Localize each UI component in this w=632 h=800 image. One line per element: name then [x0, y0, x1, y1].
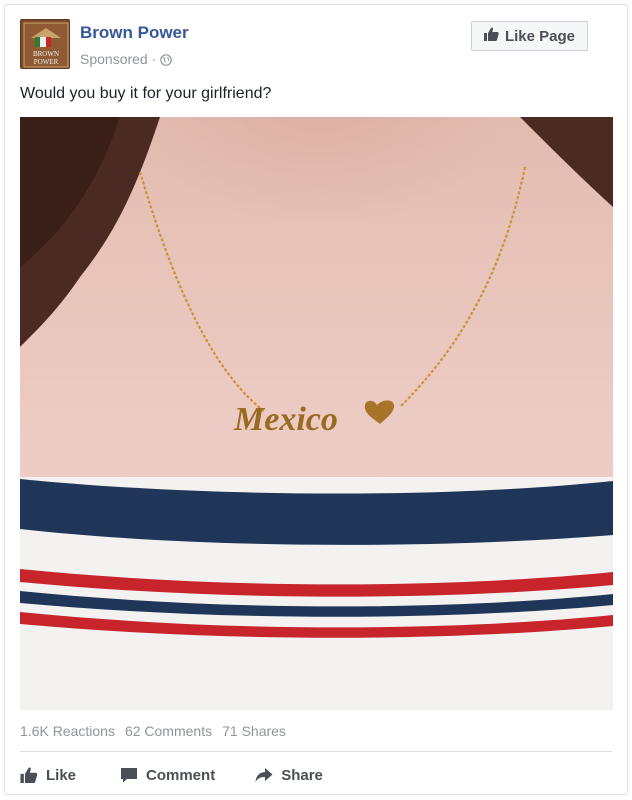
post-actions: Like Comment Share — [20, 760, 323, 790]
sponsored-label[interactable]: Sponsored — [80, 51, 148, 67]
share-label: Share — [281, 766, 323, 784]
post-header: BROWN POWER Brown Power Sponsored · Like… — [20, 19, 612, 71]
comment-label: Comment — [146, 766, 216, 784]
thumbs-up-icon — [483, 27, 499, 45]
shares-count[interactable]: 71 Shares — [222, 723, 286, 739]
necklace-text: Mexico — [233, 401, 338, 438]
share-icon — [255, 767, 273, 783]
comment-button[interactable]: Comment — [120, 767, 215, 784]
meta-separator: · — [151, 51, 157, 67]
avatar-text-bottom: POWER — [34, 58, 59, 66]
sponsored-post-card: BROWN POWER Brown Power Sponsored · Like… — [4, 4, 628, 795]
reactions-count[interactable]: 1.6K Reactions — [20, 723, 115, 739]
comments-count[interactable]: 62 Comments — [125, 723, 212, 739]
like-page-label: Like Page — [504, 27, 576, 45]
like-label: Like — [46, 766, 77, 784]
actions-divider — [20, 751, 612, 752]
post-photo[interactable]: Mexico — [20, 117, 613, 710]
avatar-text-top: BROWN — [33, 50, 59, 58]
post-caption: Would you buy it for your girlfriend? — [20, 85, 272, 102]
thumbs-up-icon — [20, 767, 38, 783]
comment-icon — [120, 767, 138, 783]
globe-icon — [160, 53, 173, 66]
sponsored-meta: Sponsored · — [80, 51, 173, 67]
post-stats: 1.6K Reactions 62 Comments 71 Shares — [20, 723, 286, 739]
page-name-link[interactable]: Brown Power — [80, 23, 189, 43]
like-button[interactable]: Like — [20, 767, 76, 784]
like-page-button[interactable]: Like Page — [471, 21, 588, 51]
page-avatar[interactable]: BROWN POWER — [20, 19, 70, 69]
share-button[interactable]: Share — [255, 767, 323, 784]
